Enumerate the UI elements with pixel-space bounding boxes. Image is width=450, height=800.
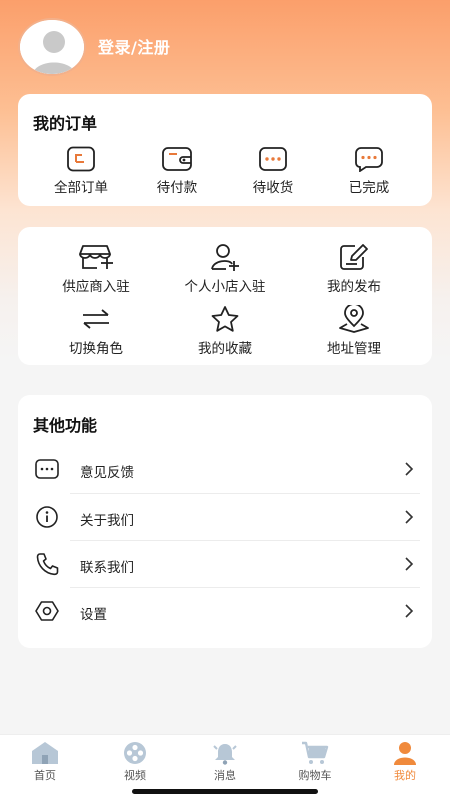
tab-profile[interactable]: 我的 xyxy=(360,735,450,791)
wallet-icon xyxy=(162,147,192,171)
add-user-icon xyxy=(211,244,239,271)
tab-home[interactable]: 首页 xyxy=(0,735,90,791)
switch-arrows-icon xyxy=(83,309,109,329)
order-all[interactable]: 全部订单 xyxy=(26,146,136,196)
other-functions-title: 其他功能 xyxy=(33,416,98,435)
service-personal-shop-label: 个人小店入驻 xyxy=(184,279,266,295)
cart-icon xyxy=(302,741,329,764)
service-address[interactable]: 地址管理 xyxy=(299,305,409,357)
order-completed[interactable]: 已完成 xyxy=(314,146,424,196)
bell-icon xyxy=(213,744,237,765)
my-orders-title: 我的订单 xyxy=(33,114,98,133)
service-switch-role-label: 切换角色 xyxy=(69,341,123,357)
service-supplier-label: 供应商入驻 xyxy=(62,279,130,295)
feedback-icon xyxy=(35,459,59,479)
service-my-posts-label: 我的发布 xyxy=(327,279,381,295)
my-orders-card: 我的订单 全部订单 待付款 待收货 已完成 xyxy=(18,94,432,206)
pending-receipt-icon xyxy=(259,147,287,171)
default-avatar-icon xyxy=(20,20,84,74)
service-personal-shop[interactable]: 个人小店入驻 xyxy=(170,243,280,295)
service-my-posts[interactable]: 我的发布 xyxy=(299,243,409,295)
all-orders-icon xyxy=(67,146,95,172)
completed-icon xyxy=(355,147,383,172)
order-completed-label: 已完成 xyxy=(348,180,390,196)
row-feedback[interactable]: 意见反馈 xyxy=(18,446,432,492)
row-about-us-label: 关于我们 xyxy=(80,513,134,529)
service-supplier[interactable]: 供应商入驻 xyxy=(41,243,151,295)
row-settings[interactable]: 设置 xyxy=(18,588,432,634)
tab-video-label: 视频 xyxy=(124,769,146,782)
chevron-right-icon xyxy=(405,510,414,524)
row-about-us[interactable]: 关于我们 xyxy=(18,494,432,540)
home-indicator xyxy=(132,789,318,794)
row-contact-us-label: 联系我们 xyxy=(80,560,134,576)
login-register-link[interactable]: 登录/注册 xyxy=(98,34,170,58)
avatar[interactable] xyxy=(18,18,86,76)
chevron-right-icon xyxy=(405,557,414,571)
service-address-label: 地址管理 xyxy=(327,341,381,357)
tab-messages[interactable]: 消息 xyxy=(180,735,270,791)
tab-profile-label: 我的 xyxy=(394,769,416,782)
edit-icon xyxy=(340,244,368,270)
row-feedback-label: 意见反馈 xyxy=(80,465,134,481)
supplier-store-icon xyxy=(79,245,113,269)
info-icon xyxy=(36,506,58,528)
settings-icon xyxy=(35,601,59,621)
chevron-right-icon xyxy=(405,462,414,476)
order-pending-receipt[interactable]: 待收货 xyxy=(218,146,328,196)
star-icon xyxy=(211,306,239,332)
service-favorites-label: 我的收藏 xyxy=(198,341,252,357)
order-all-label: 全部订单 xyxy=(54,180,108,196)
profile-header: 登录/注册 xyxy=(0,0,450,92)
profile-icon xyxy=(394,742,416,765)
order-pending-payment-label: 待付款 xyxy=(156,180,198,196)
video-reel-icon xyxy=(124,742,146,764)
service-switch-role[interactable]: 切换角色 xyxy=(41,305,151,357)
other-functions-card: 其他功能 意见反馈 关于我们 联系我们 设置 xyxy=(18,395,432,648)
row-contact-us[interactable]: 联系我们 xyxy=(18,541,432,587)
services-card: 供应商入驻 个人小店入驻 我的发布 切换角色 我的收藏 地址管理 xyxy=(18,227,432,365)
order-pending-receipt-label: 待收货 xyxy=(252,180,294,196)
service-favorites[interactable]: 我的收藏 xyxy=(170,305,280,357)
chevron-right-icon xyxy=(405,604,414,618)
tab-cart-label: 购物车 xyxy=(298,769,332,782)
tab-cart[interactable]: 购物车 xyxy=(270,735,360,791)
tab-messages-label: 消息 xyxy=(214,769,236,782)
tab-home-label: 首页 xyxy=(34,769,56,782)
order-pending-payment[interactable]: 待付款 xyxy=(122,146,232,196)
tab-video[interactable]: 视频 xyxy=(90,735,180,791)
location-pin-icon xyxy=(339,305,369,333)
row-settings-label: 设置 xyxy=(80,607,107,623)
home-icon xyxy=(32,742,58,764)
phone-icon xyxy=(36,553,59,576)
